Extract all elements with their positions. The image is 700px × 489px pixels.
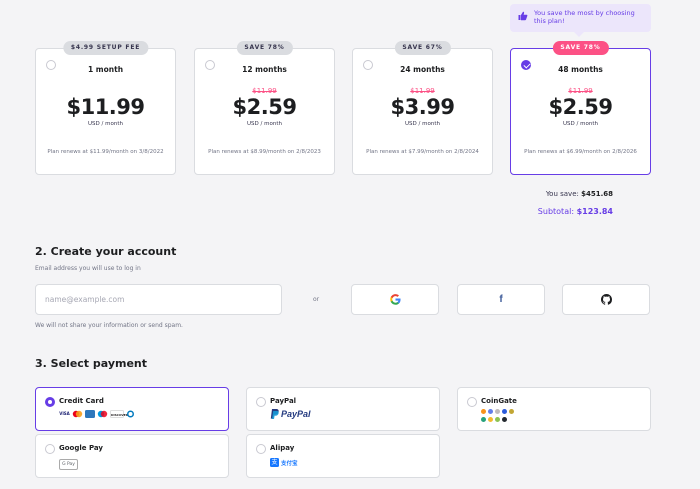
plan-card-1-month[interactable]: $4.99 SETUP FEE 1 month $11.99 USD / mon… [35,41,176,175]
payment-name: PayPal [270,397,297,405]
subtotal-line: Subtotal: $123.84 [510,207,613,216]
tooltip-text: You save the most by choosing this plan! [534,9,635,25]
savings-line: You save: $451.68 [510,190,613,198]
create-account-heading: 2. Create your account [35,245,177,258]
paypal-logo-text: PayPal [281,409,311,419]
plan-renewal-note: Plan renews at $8.99/month on 2/8/2023 [208,149,321,155]
payment-name: Google Pay [59,444,103,452]
plan-renewal-note: Plan renews at $7.99/month on 2/8/2024 [366,149,479,155]
email-input[interactable] [35,284,282,315]
diners-club-icon [127,410,134,418]
amex-icon [85,410,95,418]
plan-card-24-months[interactable]: SAVE 67% 24 months $11.99 $3.99 USD / mo… [352,41,493,175]
plan-badge: SAVE 67% [394,41,451,55]
ethereum-icon [488,409,493,414]
plan-term: 48 months [558,65,603,74]
visa-icon: VISA [59,410,70,418]
google-pay-logo: G Pay [59,459,78,470]
subtotal-value: $123.84 [576,207,613,216]
crypto-coin-icon [502,409,507,414]
plan-price: $3.99 [390,95,455,119]
plan-unit: USD / month [88,121,123,127]
plan-price: $2.59 [548,95,613,119]
thumbs-up-icon [518,11,528,21]
discover-icon: DISCOVER [110,410,128,418]
plan-old-price: $11.99 [252,87,277,95]
plan-renewal-note: Plan renews at $6.99/month on 2/8/2026 [524,149,637,155]
facebook-icon: f [499,294,503,305]
payment-option-alipay[interactable]: Alipay 支 支付宝 [246,434,440,478]
ripple-icon [502,417,507,422]
github-login-button[interactable] [562,284,650,315]
mastercard-icon [72,410,83,418]
plan-badge: $4.99 SETUP FEE [62,41,149,55]
alipay-icon: 支 [270,458,279,467]
facebook-login-button[interactable]: f [457,284,545,315]
crypto-logos [481,409,514,414]
plan-card-12-months[interactable]: SAVE 78% 12 months $11.99 $2.59 USD / mo… [194,41,335,175]
plan-term: 24 months [400,65,445,74]
bitcoin-cash-icon [495,417,500,422]
google-login-button[interactable] [351,284,439,315]
google-icon [389,294,401,305]
dogecoin-icon [509,409,514,414]
crypto-logos-row-2 [481,417,507,422]
plan-price: $2.59 [232,95,297,119]
subtotal-label: Subtotal: [537,207,575,216]
best-value-tooltip: You save the most by choosing this plan! [510,4,651,37]
payment-option-coingate[interactable]: CoinGate [457,387,651,431]
plan-old-price: $11.99 [410,87,435,95]
bitcoin-icon [481,409,486,414]
github-icon [600,294,612,305]
paypal-logo: PayPal [270,409,311,419]
payment-radio[interactable] [45,444,55,454]
maestro-icon [97,410,108,418]
litecoin-icon [495,409,500,414]
plan-old-price: $11.99 [568,87,593,95]
plan-term: 12 months [242,65,287,74]
payment-radio[interactable] [256,397,266,407]
plan-renewal-note: Plan renews at $11.99/month on 3/8/2022 [47,149,164,155]
email-label: Email address you will use to log in [35,265,141,272]
or-separator: or [313,296,320,303]
plan-unit: USD / month [405,121,440,127]
alipay-logo-text: 支付宝 [281,460,298,467]
card-logos: VISA DISCOVER [59,410,135,418]
payment-radio[interactable] [256,444,266,454]
privacy-note: We will not share your information or se… [35,322,183,329]
plan-badge: SAVE 78% [552,41,609,55]
payment-name: Alipay [270,444,295,452]
plan-price: $11.99 [66,95,145,119]
google-pay-icon: G Pay [59,459,78,470]
select-payment-heading: 3. Select payment [35,357,148,370]
payment-radio-checked[interactable] [45,397,55,407]
payment-radio[interactable] [467,397,477,407]
payment-option-paypal[interactable]: PayPal PayPal [246,387,440,431]
savings-label: You save: [545,190,579,198]
payment-name: CoinGate [481,397,517,405]
tether-icon [481,417,486,422]
payment-option-credit-card[interactable]: Credit Card VISA DISCOVER [35,387,229,431]
binance-coin-icon [488,417,493,422]
plan-unit: USD / month [563,121,598,127]
paypal-icon [270,409,279,419]
savings-value: $451.68 [581,190,613,198]
plan-term: 1 month [87,65,124,74]
plan-card-48-months[interactable]: SAVE 78% 48 months $11.99 $2.59 USD / mo… [510,41,651,175]
alipay-logo: 支 支付宝 [270,458,298,467]
payment-option-google-pay[interactable]: Google Pay G Pay [35,434,229,478]
plan-badge: SAVE 78% [236,41,293,55]
payment-name: Credit Card [59,397,104,405]
plan-unit: USD / month [247,121,282,127]
